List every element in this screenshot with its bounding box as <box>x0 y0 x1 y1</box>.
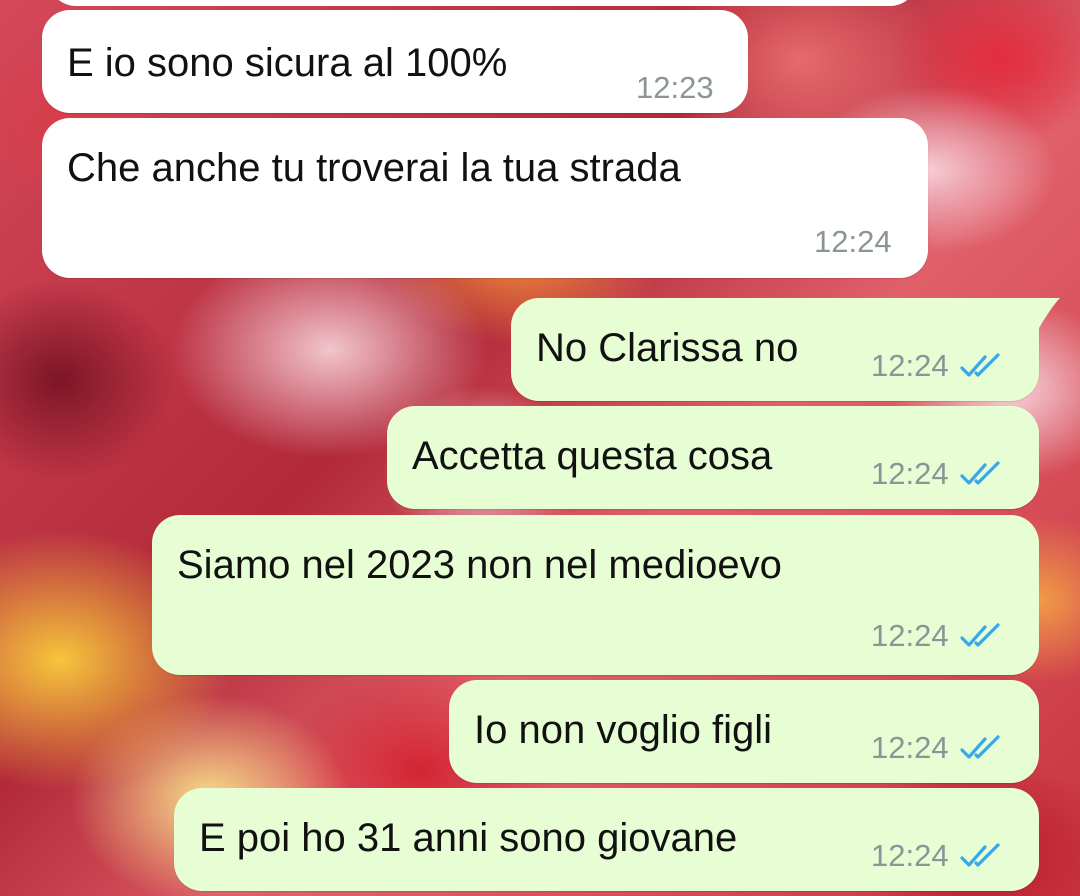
message-bubble-outgoing[interactable]: No Clarissa no 12:24 <box>511 298 1039 401</box>
message-timestamp: 12:24 <box>814 224 892 259</box>
message-bubble-incoming[interactable]: Che anche tu troverai la tua strada 12:2… <box>42 118 928 278</box>
message-meta: 12:24 <box>871 458 1005 489</box>
message-bubble-outgoing[interactable]: Io non voglio figli 12:24 <box>449 680 1039 783</box>
message-text: E io sono sicura al 100% <box>67 41 508 85</box>
message-text: No Clarissa no <box>536 326 799 370</box>
message-bubble-outgoing[interactable]: Siamo nel 2023 non nel medioevo 12:24 <box>152 515 1039 675</box>
message-meta: 12:24 <box>814 226 892 257</box>
message-timestamp: 12:24 <box>871 348 949 383</box>
chat-message-list[interactable]: E io sono sicura al 100% 12:23 Che anche… <box>0 0 1080 896</box>
message-text: E poi ho 31 anni sono giovane <box>199 816 738 860</box>
message-meta: 12:24 <box>871 620 1005 651</box>
message-meta: 12:23 <box>636 72 714 103</box>
message-timestamp: 12:23 <box>636 70 714 105</box>
message-text: Accetta questa cosa <box>412 434 773 478</box>
double-check-icon <box>959 460 1000 485</box>
double-check-icon <box>959 842 1000 867</box>
message-meta: 12:24 <box>871 350 1005 381</box>
message-timestamp: 12:24 <box>871 456 949 491</box>
message-meta: 12:24 <box>871 840 1005 871</box>
message-text: Io non voglio figli <box>474 708 772 752</box>
bubble-tail <box>1030 298 1060 328</box>
message-bubble-incoming[interactable]: E io sono sicura al 100% 12:23 <box>42 10 748 113</box>
message-timestamp: 12:24 <box>871 730 949 765</box>
message-meta: 12:24 <box>871 732 1005 763</box>
message-timestamp: 12:24 <box>871 618 949 653</box>
message-timestamp: 12:24 <box>871 838 949 873</box>
message-text: Siamo nel 2023 non nel medioevo <box>177 543 782 587</box>
double-check-icon <box>959 734 1000 759</box>
previous-message-bubble-edge <box>48 0 918 6</box>
double-check-icon <box>959 352 1000 377</box>
double-check-icon <box>959 622 1000 647</box>
message-bubble-outgoing[interactable]: Accetta questa cosa 12:24 <box>387 406 1039 509</box>
message-bubble-outgoing[interactable]: E poi ho 31 anni sono giovane 12:24 <box>174 788 1039 891</box>
message-text: Che anche tu troverai la tua strada <box>67 146 681 190</box>
